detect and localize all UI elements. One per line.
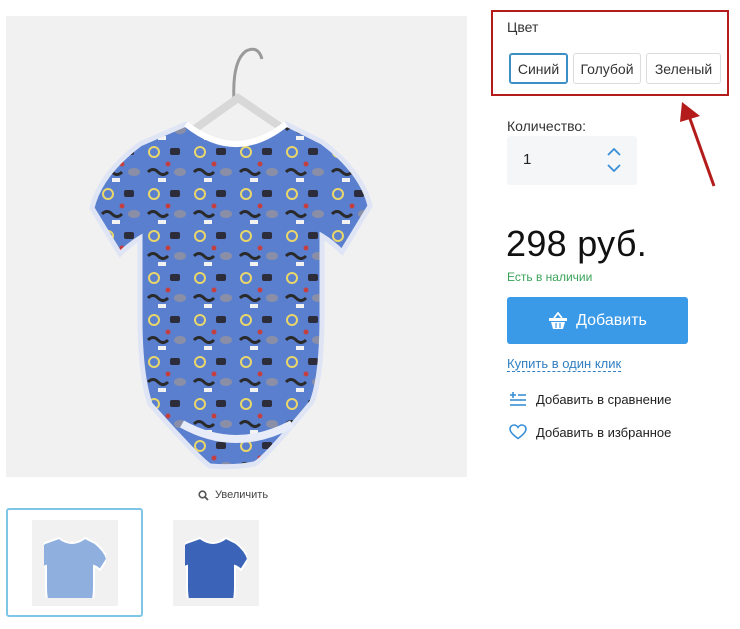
compare-list-icon: [510, 392, 526, 406]
bodysuit-image: [89, 47, 373, 470]
stock-status: Есть в наличии: [507, 270, 593, 284]
favorites-label: Добавить в избранное: [536, 424, 672, 440]
buy-one-click-link[interactable]: Купить в один клик: [507, 356, 622, 372]
quantity-label: Количество:: [507, 118, 587, 134]
main-product-photo[interactable]: [6, 16, 467, 477]
zoom-label: Увеличить: [215, 489, 269, 501]
quantity-value[interactable]: 1: [523, 151, 531, 168]
annotation-arrow: [680, 102, 716, 187]
chevron-down-icon[interactable]: [607, 163, 621, 173]
magnifier-icon: [198, 489, 209, 501]
thumbnail-1[interactable]: [6, 508, 143, 617]
color-option-blue[interactable]: Синий: [509, 53, 568, 84]
basket-icon: [549, 311, 568, 329]
product-price: 298 руб.: [506, 223, 648, 264]
heart-icon: [509, 424, 527, 440]
add-to-cart-label: Добавить: [576, 311, 647, 329]
color-label: Цвет: [507, 19, 539, 35]
add-to-favorites-link[interactable]: Добавить в избранное: [509, 424, 671, 440]
add-to-compare-link[interactable]: Добавить в сравнение: [509, 391, 672, 407]
add-to-cart-button[interactable]: Добавить: [507, 297, 688, 344]
zoom-link[interactable]: Увеличить: [198, 489, 268, 501]
color-option-green[interactable]: Зеленый: [646, 53, 721, 84]
thumbnail-bodysuit-image: [184, 536, 247, 598]
chevron-up-icon[interactable]: [607, 147, 621, 157]
thumbnail-2[interactable]: [147, 508, 284, 617]
thumbnail-bodysuit-image: [43, 536, 106, 598]
compare-label: Добавить в сравнение: [536, 391, 672, 407]
color-option-light-blue[interactable]: Голубой: [573, 53, 641, 84]
quantity-stepper[interactable]: 1: [507, 136, 637, 185]
